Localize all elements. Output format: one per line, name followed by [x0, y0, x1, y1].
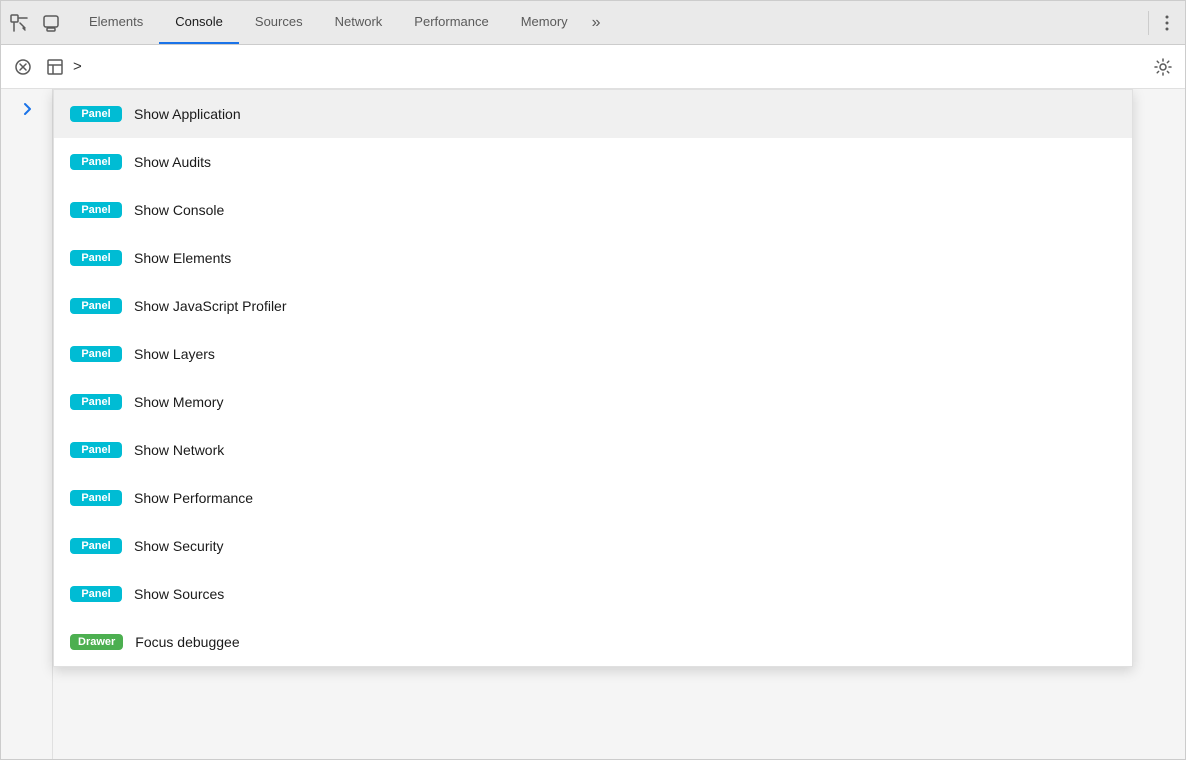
expand-arrow[interactable]	[15, 97, 39, 121]
dropdown-item-label: Show Elements	[134, 250, 231, 266]
badge-panel: Panel	[70, 250, 122, 266]
tab-network[interactable]: Network	[319, 1, 399, 44]
badge-panel: Panel	[70, 394, 122, 410]
dropdown-item-label: Show Memory	[134, 394, 223, 410]
devtools-window: Elements Console Sources Network Perform…	[0, 0, 1186, 760]
more-options-icon[interactable]	[1153, 9, 1181, 37]
badge-panel: Panel	[70, 202, 122, 218]
tab-more-button[interactable]: »	[584, 1, 609, 44]
tab-elements[interactable]: Elements	[73, 1, 159, 44]
console-prompt: >	[73, 58, 1149, 75]
console-right	[1149, 53, 1177, 81]
badge-panel: Panel	[70, 586, 122, 602]
console-bar: >	[1, 45, 1185, 89]
dropdown-item-label: Show Layers	[134, 346, 215, 362]
dropdown-item-show-sources[interactable]: Panel Show Sources	[54, 570, 1132, 618]
dropdown-item-show-elements[interactable]: Panel Show Elements	[54, 234, 1132, 282]
dropdown-item-label: Show Security	[134, 538, 223, 554]
console-prompt-symbol: >	[73, 58, 82, 75]
tab-sources[interactable]: Sources	[239, 1, 319, 44]
tab-bar: Elements Console Sources Network Perform…	[1, 1, 1185, 45]
badge-panel: Panel	[70, 154, 122, 170]
tab-bar-right	[1153, 9, 1181, 37]
dropdown-item-label: Focus debuggee	[135, 634, 239, 650]
settings-icon[interactable]	[1149, 53, 1177, 81]
dropdown-item-label: Show Network	[134, 442, 224, 458]
tab-memory[interactable]: Memory	[505, 1, 584, 44]
clear-console-icon[interactable]	[9, 53, 37, 81]
dropdown-item-show-audits[interactable]: Panel Show Audits	[54, 138, 1132, 186]
tabs: Elements Console Sources Network Perform…	[73, 1, 1144, 44]
badge-drawer: Drawer	[70, 634, 123, 650]
tab-performance[interactable]: Performance	[398, 1, 504, 44]
main-content: PanelShow ApplicationPanelShow AuditsPan…	[1, 89, 1185, 759]
dropdown-item-label: Show Console	[134, 202, 224, 218]
dropdown-item-show-javascript-profiler[interactable]: Panel Show JavaScript Profiler	[54, 282, 1132, 330]
badge-panel: Panel	[70, 106, 122, 122]
autocomplete-dropdown: PanelShow ApplicationPanelShow AuditsPan…	[53, 89, 1133, 667]
dropdown-item-label: Show Sources	[134, 586, 224, 602]
left-sidebar	[1, 89, 53, 759]
dropdown-item-label: Show Audits	[134, 154, 211, 170]
dropdown-item-show-security[interactable]: Panel Show Security	[54, 522, 1132, 570]
dropdown-container: PanelShow ApplicationPanelShow AuditsPan…	[53, 89, 1185, 759]
dropdown-item-focus-debuggee[interactable]: Drawer Focus debuggee	[54, 618, 1132, 666]
dropdown-item-show-console[interactable]: Panel Show Console	[54, 186, 1132, 234]
badge-panel: Panel	[70, 346, 122, 362]
badge-panel: Panel	[70, 442, 122, 458]
inspect-element-icon[interactable]	[5, 9, 33, 37]
tab-divider	[1148, 11, 1149, 35]
dropdown-item-show-memory[interactable]: Panel Show Memory	[54, 378, 1132, 426]
badge-panel: Panel	[70, 538, 122, 554]
tab-console[interactable]: Console	[159, 1, 239, 44]
dropdown-item-show-network[interactable]: Panel Show Network	[54, 426, 1132, 474]
dropdown-item-show-performance[interactable]: Panel Show Performance	[54, 474, 1132, 522]
dropdown-item-show-layers[interactable]: Panel Show Layers	[54, 330, 1132, 378]
device-toolbar-icon[interactable]	[37, 9, 65, 37]
expand-console-icon[interactable]	[41, 53, 69, 81]
dropdown-item-label: Show JavaScript Profiler	[134, 298, 287, 314]
badge-panel: Panel	[70, 490, 122, 506]
dropdown-item-show-application[interactable]: Panel Show Application	[54, 90, 1132, 138]
dropdown-item-label: Show Application	[134, 106, 241, 122]
tab-bar-icons	[5, 9, 65, 37]
badge-panel: Panel	[70, 298, 122, 314]
dropdown-item-label: Show Performance	[134, 490, 253, 506]
